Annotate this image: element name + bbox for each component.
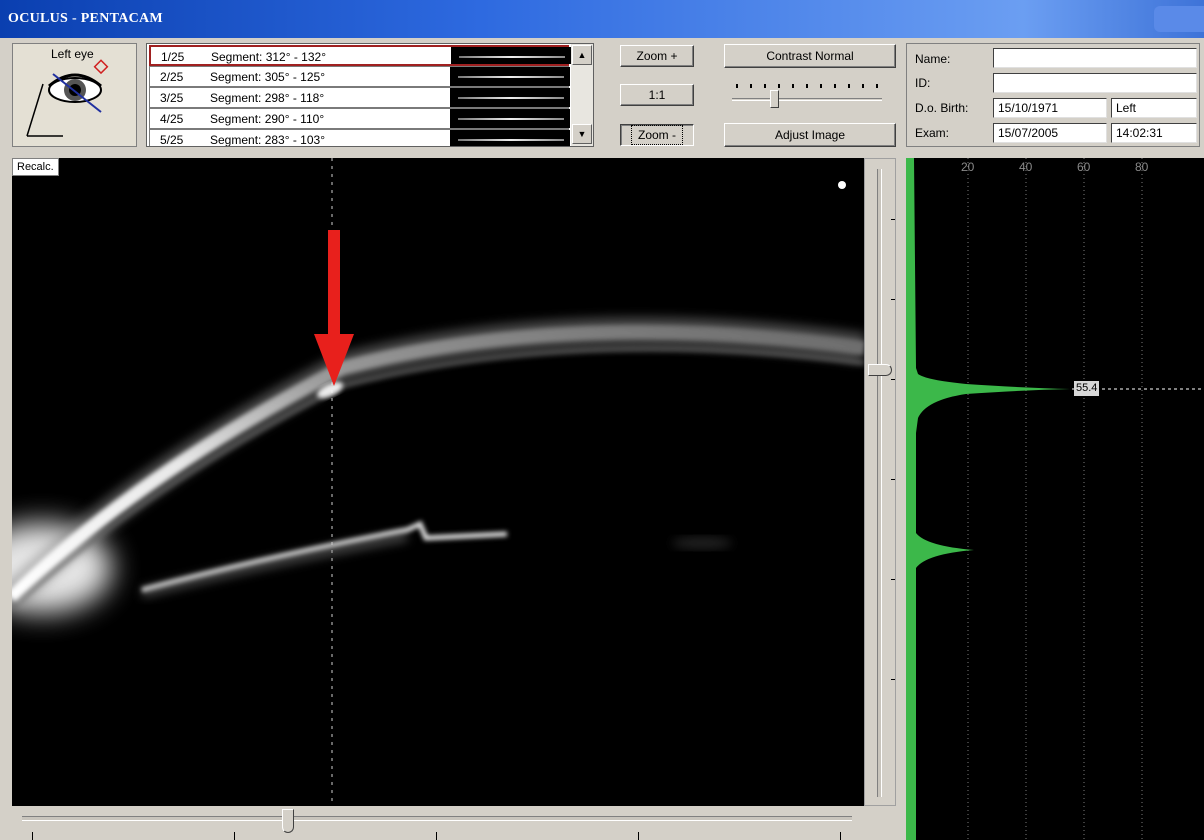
segment-thumbnail (450, 130, 570, 146)
slider-tick (862, 84, 864, 88)
segment-row-4[interactable]: 4/25 Segment: 290° - 110° (149, 108, 570, 129)
segment-label: Segment: 298° - 118° (210, 91, 325, 105)
slider-tick (820, 84, 822, 88)
segment-number: 4/25 (160, 112, 184, 126)
segment-thumbnail (450, 109, 570, 128)
segment-number: 3/25 (160, 91, 184, 105)
densitometry-graph[interactable]: 20 40 60 80 55.4 (904, 158, 1204, 840)
density-plot (906, 158, 1204, 840)
slider-tick (778, 84, 780, 88)
name-field[interactable] (993, 48, 1197, 68)
horizontal-slider-track (22, 816, 852, 821)
zoom-plus-button[interactable]: Zoom + (620, 45, 694, 67)
vslider-tick (891, 679, 895, 680)
window-title: OCULUS - PENTACAM (8, 11, 163, 26)
vslider-tick (891, 299, 895, 300)
patient-info-panel: Name: ID: D.o. Birth: 15/10/1971 Left Ex… (906, 43, 1200, 147)
horizontal-slider-thumb[interactable] (282, 809, 294, 833)
density-curve (906, 158, 1070, 840)
segment-label: Segment: 283° - 103° (210, 133, 326, 147)
zoom-minus-label: Zoom - (630, 125, 683, 145)
vslider-tick (891, 219, 895, 220)
density-peak-label: 55.4 (1074, 381, 1100, 396)
scroll-up-icon[interactable]: ▲ (572, 45, 592, 65)
vslider-tick (891, 479, 895, 480)
vertical-slider-thumb[interactable] (868, 364, 892, 376)
slider-tick (806, 84, 808, 88)
title-bar: OCULUS - PENTACAM (0, 0, 1204, 38)
cornea-image (12, 158, 864, 806)
exam-label: Exam: (915, 126, 950, 140)
segment-thumbnail (450, 88, 570, 107)
exam-date-field[interactable]: 15/07/2005 (993, 123, 1107, 143)
horizontal-slider[interactable] (12, 806, 864, 840)
vslider-tick (891, 579, 895, 580)
slider-tick (876, 84, 878, 88)
slider-tick (792, 84, 794, 88)
scheimpflug-image[interactable]: Recalc. (12, 158, 864, 806)
slider-tick (736, 84, 738, 88)
eye-side-field[interactable]: Left (1111, 98, 1197, 118)
zoom-reset-button[interactable]: 1:1 (620, 84, 694, 106)
segment-list[interactable]: 1/25 Segment: 312° - 132° 2/25 Segment: … (146, 43, 594, 147)
recalc-button[interactable]: Recalc. (12, 158, 59, 176)
segment-scrollbar[interactable]: ▲ ▼ (571, 44, 593, 146)
segment-label: Segment: 305° - 125° (210, 70, 326, 84)
segment-thumbnail (450, 67, 570, 86)
contrast-slider[interactable] (726, 72, 886, 112)
density-tick-label: 60 (1077, 160, 1091, 174)
segment-row-5[interactable]: 5/25 Segment: 283° - 103° (149, 129, 570, 147)
segment-label: Segment: 312° - 132° (211, 50, 327, 64)
exam-time-field[interactable]: 14:02:31 (1111, 123, 1197, 143)
id-field[interactable] (993, 73, 1197, 93)
segment-row-1[interactable]: 1/25 Segment: 312° - 132° (149, 45, 571, 66)
dob-label: D.o. Birth: (915, 101, 969, 115)
segment-number: 1/25 (161, 50, 185, 64)
slider-tick (750, 84, 752, 88)
contrast-button[interactable]: Contrast Normal (724, 44, 896, 68)
contrast-slider-thumb[interactable] (770, 90, 779, 108)
contrast-slider-track (732, 98, 882, 101)
segment-number: 2/25 (160, 70, 184, 84)
segment-row-3[interactable]: 3/25 Segment: 298° - 118° (149, 87, 570, 108)
segment-row-2[interactable]: 2/25 Segment: 305° - 125° (149, 66, 570, 87)
hslider-tick (436, 832, 437, 840)
hslider-tick (234, 832, 235, 840)
hslider-tick (32, 832, 33, 840)
id-label: ID: (915, 76, 931, 90)
segment-thumbnail (451, 47, 571, 64)
density-tick-label: 40 (1019, 160, 1033, 174)
vertical-slider-track (877, 169, 882, 797)
hslider-tick (638, 832, 639, 840)
dob-field[interactable]: 15/10/1971 (993, 98, 1107, 118)
hslider-tick (840, 832, 841, 840)
slider-tick (764, 84, 766, 88)
segment-number: 5/25 (160, 133, 184, 147)
title-bar-cap (1154, 6, 1204, 32)
density-tick-label: 20 (961, 160, 975, 174)
slider-tick (834, 84, 836, 88)
vertical-slider[interactable] (864, 158, 896, 806)
adjust-image-button[interactable]: Adjust Image (724, 123, 896, 147)
vslider-tick (891, 379, 895, 380)
zoom-minus-button[interactable]: Zoom - (620, 124, 694, 146)
slider-tick (848, 84, 850, 88)
name-label: Name: (915, 52, 951, 66)
scroll-down-icon[interactable]: ▼ (572, 124, 592, 144)
eye-icon (26, 59, 109, 137)
density-tick-label: 80 (1135, 160, 1149, 174)
arrow-down-icon (314, 230, 354, 386)
segment-label: Segment: 290° - 110° (210, 112, 325, 126)
eye-panel[interactable]: Left eye (12, 43, 137, 147)
